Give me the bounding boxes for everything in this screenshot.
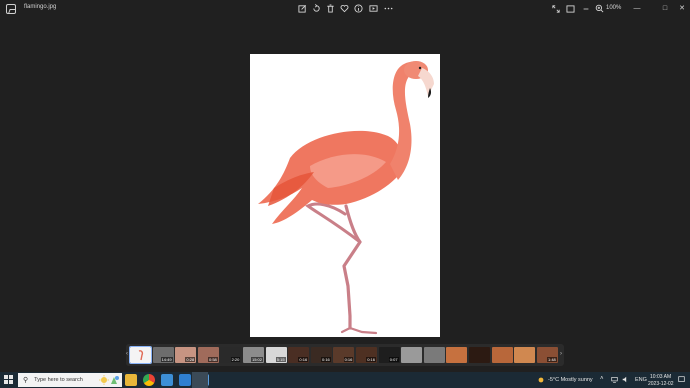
filmstrip-thumbnail[interactable]: 15:02: [243, 347, 264, 363]
filmstrip-thumbnail[interactable]: 2:20: [220, 347, 242, 363]
photo-canvas[interactable]: [250, 54, 440, 337]
filmstrip-thumbnail[interactable]: 0:16: [310, 347, 332, 363]
zoom-level[interactable]: 100%: [606, 5, 621, 11]
edit-image-icon[interactable]: [297, 3, 308, 14]
filmstrip-thumbnail[interactable]: 5:15: [265, 347, 287, 363]
file-name: flamingo.jpg: [24, 4, 57, 10]
thumbnail-duration: 0:16: [343, 357, 354, 362]
filmstrip-thumbnail[interactable]: [469, 347, 490, 363]
store-taskbar-icon[interactable]: [161, 374, 173, 386]
clock-date[interactable]: 2023-12-02: [648, 381, 674, 387]
thumbnail-duration: 2:20: [230, 357, 241, 362]
thumbnail-duration: 0:07: [388, 357, 399, 362]
filmstrip-thumbnail[interactable]: [491, 347, 513, 363]
delete-icon[interactable]: [325, 3, 336, 14]
filmstrip-thumbnail[interactable]: 0:16: [356, 347, 377, 363]
thumbnail-duration: 5:15: [275, 357, 286, 362]
thumbnail-duration: 0:16: [298, 357, 309, 362]
favorite-icon[interactable]: [339, 3, 350, 14]
start-button[interactable]: [4, 375, 13, 384]
search-highlight-icon: [99, 375, 119, 385]
file-explorer-taskbar-icon[interactable]: [125, 374, 137, 386]
chevron-up-icon[interactable]: ˄: [600, 376, 604, 382]
close-button[interactable]: ✕: [675, 2, 689, 14]
filmstrip-thumbnail[interactable]: [446, 347, 468, 363]
weather-text[interactable]: -5°C Mostly sunny: [548, 377, 593, 383]
thumbnail-duration: 0:28: [185, 357, 196, 362]
filmstrip-thumbnail[interactable]: 0:16: [333, 347, 355, 363]
filmstrip-thumbnail[interactable]: [514, 347, 536, 363]
mail-taskbar-icon[interactable]: [179, 374, 191, 386]
rotate-icon[interactable]: [311, 3, 322, 14]
search-icon: ⚲: [23, 377, 29, 384]
filmstrip-thumbnail[interactable]: 0:07: [378, 347, 400, 363]
thumbnail-duration: 15:02: [250, 357, 263, 362]
filmstrip-thumbnail[interactable]: 0:16: [288, 347, 310, 363]
chrome-taskbar-icon[interactable]: [143, 374, 155, 386]
search-placeholder: Type here to search: [34, 377, 83, 383]
volume-icon[interactable]: [622, 376, 629, 385]
network-icon[interactable]: [611, 376, 618, 385]
thumbnail-duration: 0:58: [208, 357, 218, 362]
thumbnail-duration: 0:16: [321, 357, 331, 362]
taskbar: ⚲ Type here to search -5°C Mostly sunny …: [0, 372, 690, 388]
filmstrip-thumbnail[interactable]: 1:48: [536, 347, 558, 363]
notification-icon[interactable]: [678, 376, 685, 385]
search-box[interactable]: ⚲ Type here to search: [18, 373, 122, 387]
maximize-button[interactable]: □: [658, 2, 672, 14]
filmstrip-thumbnail[interactable]: [423, 347, 445, 363]
zoom-in-icon[interactable]: [594, 3, 605, 14]
filmstrip-scroll-right-icon[interactable]: ›: [560, 351, 566, 359]
language-indicator[interactable]: ENG: [635, 377, 647, 383]
minimize-button[interactable]: —: [630, 2, 644, 14]
title-bar: flamingo.jpg 100% — □ ✕: [0, 0, 690, 18]
info-icon[interactable]: [353, 3, 364, 14]
thumbnail-duration: 14:49: [160, 357, 173, 362]
photos-app-icon: [6, 4, 16, 14]
filmstrip-thumbnail[interactable]: [401, 347, 423, 363]
filmstrip-thumbnail[interactable]: 0:58: [197, 347, 219, 363]
filmstrip-thumbnail[interactable]: 14:49: [152, 347, 174, 363]
fit-to-window-icon[interactable]: [565, 3, 576, 14]
filmstrip: ‹ › 14:49 0:28 0:58 2:20 15:02 5:15 0:16 0:16 0:…: [126, 344, 564, 366]
thumbnail-duration: 1:48: [547, 357, 557, 362]
flamingo-image: [258, 61, 434, 335]
clock-time[interactable]: 10:03 AM: [650, 374, 671, 380]
fullscreen-icon[interactable]: [550, 3, 561, 14]
active-app-highlight: [192, 372, 208, 388]
slideshow-icon[interactable]: [368, 3, 379, 14]
more-icon[interactable]: [383, 3, 394, 14]
weather-icon[interactable]: [537, 376, 545, 386]
filmstrip-thumbnail[interactable]: [129, 346, 152, 364]
filmstrip-thumbnail[interactable]: 0:28: [175, 347, 197, 363]
thumbnail-duration: 0:16: [366, 357, 376, 362]
zoom-out-icon[interactable]: [580, 3, 591, 14]
